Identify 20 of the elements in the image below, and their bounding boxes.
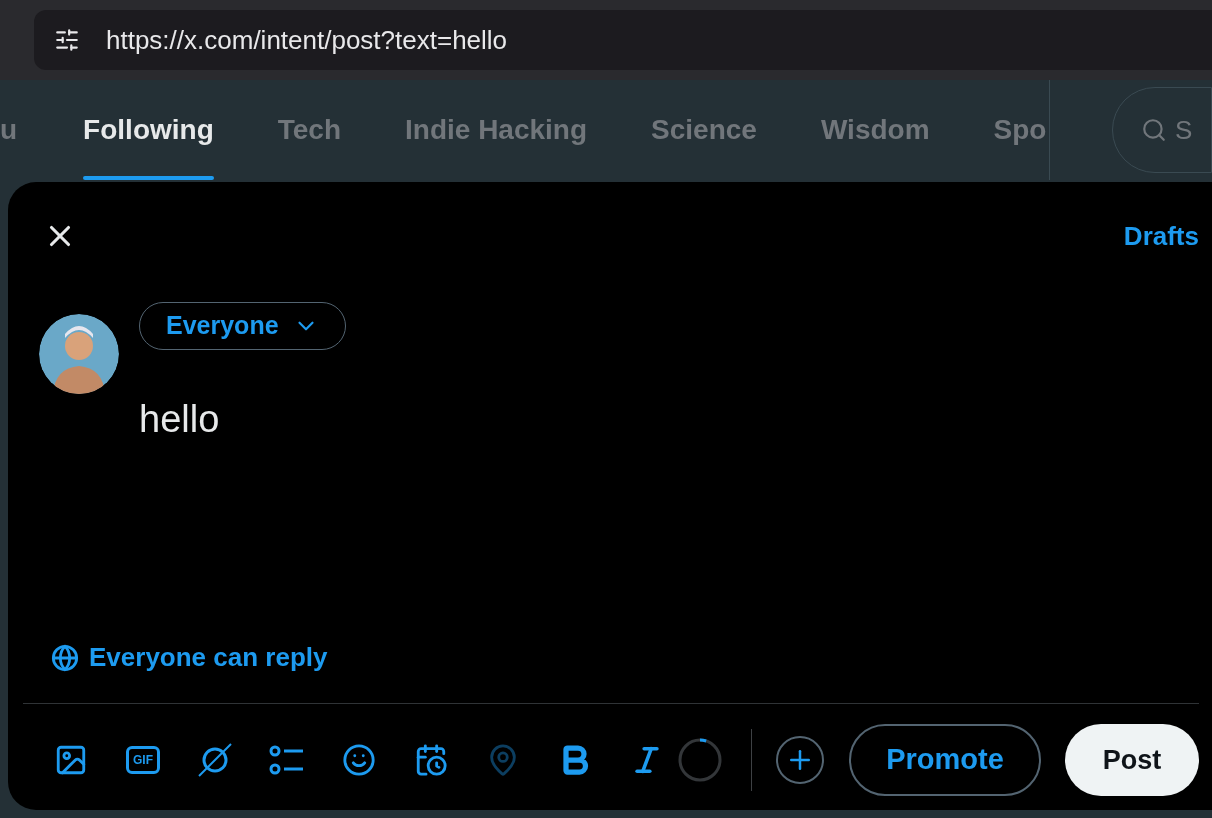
globe-icon — [51, 643, 79, 672]
drafts-link[interactable]: Drafts — [1123, 216, 1199, 256]
add-button[interactable] — [776, 736, 824, 784]
tab[interactable]: Following — [83, 80, 214, 180]
toolbar-button[interactable]: GIF — [107, 732, 179, 788]
smiley-icon — [342, 743, 376, 777]
search-icon — [1141, 117, 1167, 143]
calendar-clock-icon — [414, 743, 448, 777]
gif-label: GIF — [126, 746, 160, 774]
post-text[interactable]: hello — [139, 400, 346, 438]
reply-setting-button[interactable]: Everyone can reply — [89, 638, 328, 677]
search-placeholder: S — [1175, 113, 1193, 147]
site-settings-icon[interactable] — [54, 27, 80, 53]
image-icon — [54, 743, 88, 777]
list-icon — [269, 744, 305, 776]
promote-button[interactable]: Promote — [849, 724, 1041, 796]
url-text: https://x.com/intent/post?text=hello — [106, 23, 508, 57]
character-counter — [677, 737, 723, 783]
post-button[interactable]: Post — [1065, 724, 1199, 796]
address-bar[interactable]: https://x.com/intent/post?text=hello — [34, 10, 1212, 70]
